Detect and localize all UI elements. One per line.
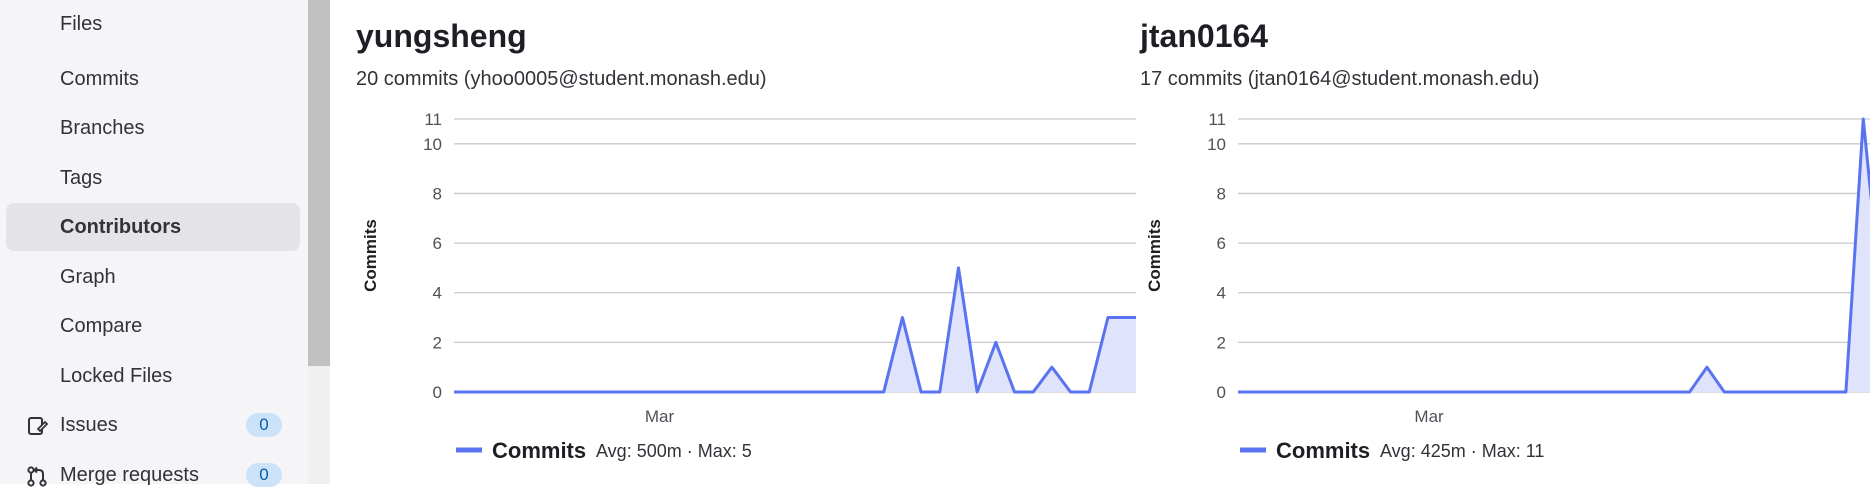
legend-series-name: Commits <box>1276 438 1370 463</box>
sidebar-item-label: Commits <box>60 68 139 91</box>
sidebar-item-issues[interactable]: Issues 0 <box>6 401 300 449</box>
sidebar-item-label: Compare <box>60 315 142 338</box>
sidebar-scrollbar-thumb[interactable] <box>308 0 330 366</box>
sidebar-item-label: Locked Files <box>60 365 172 388</box>
contributor-panel: yungsheng 20 commits (yhoo0005@student.m… <box>356 0 1146 484</box>
y-tick-label: 8 <box>433 184 442 203</box>
contributor-summary: 17 commits (jtan0164@student.monash.edu) <box>1140 68 1539 91</box>
contributor-panel: jtan0164 17 commits (jtan0164@student.mo… <box>1140 0 1874 484</box>
issues-count-badge: 0 <box>246 413 282 437</box>
y-tick-label: 0 <box>1217 383 1226 402</box>
legend-stats: Avg: 425m · Max: 11 <box>1380 441 1544 461</box>
merge-requests-count-badge: 0 <box>246 463 282 487</box>
sidebar-item-locked-files[interactable]: Locked Files <box>6 352 300 400</box>
contributor-commits-chart: Commits 0 2 4 6 8 10 11 Mar Commits Avg: 500m · Ma… <box>356 100 1136 470</box>
y-tick-label: 10 <box>423 135 442 154</box>
y-tick-label: 2 <box>433 333 442 352</box>
contributor-name: jtan0164 <box>1140 18 1268 55</box>
y-tick-label: 2 <box>1217 333 1226 352</box>
sidebar-item-label: Graph <box>60 266 116 289</box>
y-tick-label: 0 <box>433 383 442 402</box>
sidebar-item-branches[interactable]: Branches <box>6 104 300 152</box>
y-axis-label: Commits <box>361 219 380 292</box>
sidebar: Files Commits Branches Tags Contributors… <box>0 0 308 484</box>
sidebar-item-files[interactable]: Files <box>6 0 300 48</box>
x-tick-label: Mar <box>1414 407 1444 426</box>
y-tick-label: 4 <box>1217 284 1226 303</box>
series-line <box>454 268 1136 392</box>
sidebar-item-tags[interactable]: Tags <box>6 154 300 202</box>
contributor-name: yungsheng <box>356 18 527 55</box>
sidebar-item-graph[interactable]: Graph <box>6 253 300 301</box>
issues-icon <box>26 415 48 437</box>
legend-series-name: Commits <box>492 438 586 463</box>
x-tick-label: Mar <box>645 407 675 426</box>
sidebar-item-label: Branches <box>60 117 145 140</box>
sidebar-item-commits[interactable]: Commits <box>6 55 300 103</box>
contributor-commits-chart: Commits 0 2 4 6 8 10 11 Mar Commits Avg: 425m · Ma… <box>1140 100 1870 470</box>
sidebar-item-label: Merge requests <box>60 464 199 487</box>
series-area <box>1238 119 1870 392</box>
y-tick-label: 10 <box>1207 135 1226 154</box>
sidebar-item-contributors[interactable]: Contributors <box>6 203 300 251</box>
y-tick-label: 11 <box>424 110 442 129</box>
sidebar-item-label: Issues <box>60 414 118 437</box>
y-tick-label: 11 <box>1208 110 1226 129</box>
y-tick-label: 6 <box>1217 234 1226 253</box>
legend-stats: Avg: 500m · Max: 5 <box>596 441 752 461</box>
y-tick-label: 4 <box>433 284 442 303</box>
sidebar-item-compare[interactable]: Compare <box>6 302 300 350</box>
y-axis-label: Commits <box>1145 219 1164 292</box>
sidebar-item-label: Files <box>60 13 102 36</box>
y-tick-label: 6 <box>433 234 442 253</box>
y-tick-label: 8 <box>1217 184 1226 203</box>
series-line <box>1238 119 1870 392</box>
sidebar-item-label: Tags <box>60 167 102 190</box>
sidebar-item-merge-requests[interactable]: Merge requests 0 <box>6 451 300 499</box>
sidebar-item-label: Contributors <box>60 216 181 239</box>
contributor-summary: 20 commits (yhoo0005@student.monash.edu) <box>356 68 767 91</box>
series-area <box>454 268 1136 392</box>
